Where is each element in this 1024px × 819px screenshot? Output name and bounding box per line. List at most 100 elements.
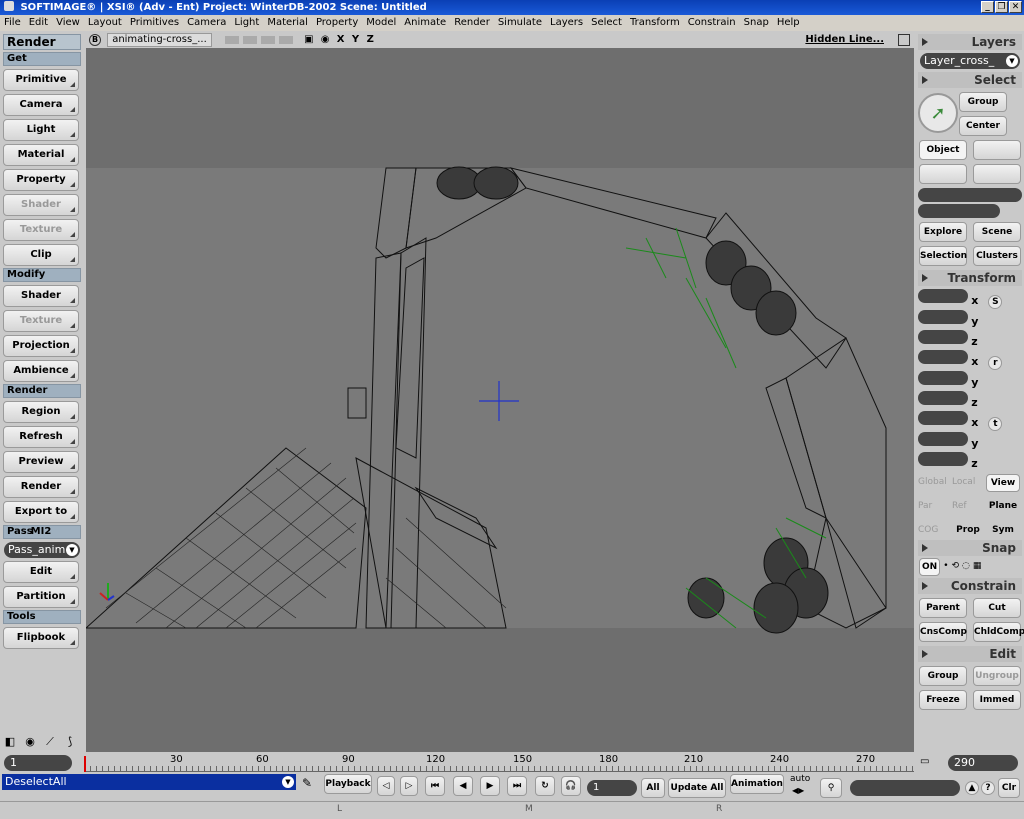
chldcomp-button[interactable]: ChldComp: [973, 622, 1024, 642]
projection-button[interactable]: Projection: [3, 335, 79, 357]
time-slider[interactable]: 30 60 90 120 150 180 210 240 270: [84, 754, 914, 772]
translate-y-field[interactable]: [918, 432, 968, 446]
ambience-button[interactable]: Ambience: [3, 360, 79, 382]
param-up-icon[interactable]: ▲: [965, 781, 979, 795]
transform-header[interactable]: Transform: [918, 270, 1022, 286]
global-toggle[interactable]: Global: [918, 474, 950, 492]
minimize-icon[interactable]: _: [981, 1, 994, 13]
menu-material[interactable]: Material: [263, 17, 312, 28]
menu-snap[interactable]: Snap: [740, 17, 773, 28]
cog-toggle[interactable]: COG: [918, 522, 950, 538]
texture-get-button[interactable]: Texture: [3, 219, 79, 241]
loop-icon[interactable]: ↻: [535, 776, 555, 796]
menu-animate[interactable]: Animate: [400, 17, 450, 28]
eye-icon[interactable]: ◉: [321, 34, 330, 45]
material-button[interactable]: Material: [3, 144, 79, 166]
auto-key-arrows-icon[interactable]: ◀▶: [792, 786, 804, 795]
menu-select[interactable]: Select: [587, 17, 626, 28]
menu-simulate[interactable]: Simulate: [494, 17, 546, 28]
snap-on-toggle[interactable]: ON: [919, 558, 941, 576]
animate-toolbar-icon[interactable]: ⟆: [62, 734, 78, 750]
select-tool[interactable]: ➚: [918, 90, 958, 136]
primitive-button[interactable]: Primitive: [3, 69, 79, 91]
clusters-button[interactable]: Clusters: [973, 246, 1021, 266]
camera-icon[interactable]: ▣: [304, 34, 313, 45]
sym-toggle[interactable]: Sym: [986, 522, 1020, 538]
constrain-header[interactable]: Constrain: [918, 578, 1022, 594]
range-icon[interactable]: ▭: [920, 756, 929, 767]
menu-render[interactable]: Render: [450, 17, 494, 28]
selection-field-1[interactable]: [918, 188, 1022, 202]
layer-dropdown[interactable]: Layer_cross_ ▼: [920, 53, 1020, 69]
menu-view[interactable]: View: [52, 17, 84, 28]
viewport[interactable]: [86, 48, 914, 753]
paint-toolbar-icon[interactable]: ⟋: [42, 734, 58, 750]
render-toolbar-icon[interactable]: ◉: [22, 734, 38, 750]
play-icon[interactable]: ▶: [480, 776, 500, 796]
menu-edit[interactable]: Edit: [25, 17, 52, 28]
audio-icon[interactable]: 🎧: [561, 776, 581, 796]
scene-button[interactable]: Scene: [973, 222, 1021, 242]
select-mode-blank-2[interactable]: [919, 164, 967, 184]
current-frame-field[interactable]: 1: [587, 780, 637, 796]
menu-layers[interactable]: Layers: [546, 17, 587, 28]
scale-button[interactable]: S: [988, 295, 1003, 309]
immed-button[interactable]: Immed: [973, 690, 1021, 710]
model-toolbar-icon[interactable]: ◧: [2, 734, 18, 750]
script-editor-icon[interactable]: ✎: [302, 776, 320, 794]
snap-grid-icon[interactable]: ▦: [973, 558, 982, 576]
viewport-badge[interactable]: B: [89, 34, 101, 46]
translate-button[interactable]: t: [988, 417, 1003, 431]
clip-button[interactable]: Clip: [3, 244, 79, 266]
preview-button[interactable]: Preview: [3, 451, 79, 473]
menu-property[interactable]: Property: [312, 17, 362, 28]
axis-labels[interactable]: X Y Z: [337, 34, 376, 45]
selection-field-2[interactable]: [918, 204, 1000, 218]
camera-selector[interactable]: animating-cross_...: [107, 33, 212, 47]
snap-point-icon[interactable]: •: [943, 558, 948, 576]
edit-group-button[interactable]: Group: [919, 666, 967, 686]
light-button[interactable]: Light: [3, 119, 79, 141]
shader-get-button[interactable]: Shader: [3, 194, 79, 216]
par-toggle[interactable]: Par: [918, 498, 950, 514]
view-toggle[interactable]: View: [986, 474, 1020, 492]
rotate-button[interactable]: r: [988, 356, 1003, 370]
menu-primitives[interactable]: Primitives: [126, 17, 183, 28]
display-mode[interactable]: Hidden Line...: [805, 32, 884, 48]
select-group-button[interactable]: Group: [959, 92, 1007, 112]
menu-camera[interactable]: Camera: [183, 17, 230, 28]
update-all-button[interactable]: Update All: [668, 778, 726, 798]
translate-z-field[interactable]: [918, 452, 968, 466]
scale-x-field[interactable]: [918, 289, 968, 303]
close-icon[interactable]: ✕: [1009, 1, 1022, 13]
select-mode-blank-1[interactable]: [973, 140, 1021, 160]
menu-transform[interactable]: Transform: [626, 17, 684, 28]
timeline-end-field[interactable]: 290: [948, 755, 1018, 771]
menu-help[interactable]: Help: [773, 17, 804, 28]
menu-layout[interactable]: Layout: [84, 17, 126, 28]
next-key-icon[interactable]: ▷: [400, 776, 418, 796]
toolbar-title[interactable]: Render: [3, 34, 81, 50]
timeline-start-field[interactable]: 1: [4, 755, 72, 771]
param-down-icon[interactable]: ?: [981, 781, 995, 795]
chevron-down-icon[interactable]: ▼: [282, 776, 294, 788]
camera-button[interactable]: Camera: [3, 94, 79, 116]
last-frame-icon[interactable]: ⏭: [507, 776, 527, 796]
menu-light[interactable]: Light: [230, 17, 263, 28]
render-button[interactable]: Render: [3, 476, 79, 498]
partition-button[interactable]: Partition: [3, 586, 79, 608]
animation-button[interactable]: Animation: [730, 774, 784, 794]
pass-dropdown[interactable]: Pass_anim ▼: [4, 542, 80, 558]
first-frame-icon[interactable]: ⏮: [425, 776, 445, 796]
key-icon[interactable]: ⚲: [820, 778, 842, 798]
local-toggle[interactable]: Local: [952, 474, 984, 492]
layers-header[interactable]: Layers: [918, 34, 1022, 50]
prev-frame-icon[interactable]: ◀: [453, 776, 473, 796]
parent-button[interactable]: Parent: [919, 598, 967, 618]
property-button[interactable]: Property: [3, 169, 79, 191]
restore-icon[interactable]: ❐: [995, 1, 1008, 13]
freeze-button[interactable]: Freeze: [919, 690, 967, 710]
rotate-x-field[interactable]: [918, 350, 968, 364]
select-center-button[interactable]: Center: [959, 116, 1007, 136]
explore-button[interactable]: Explore: [919, 222, 967, 242]
